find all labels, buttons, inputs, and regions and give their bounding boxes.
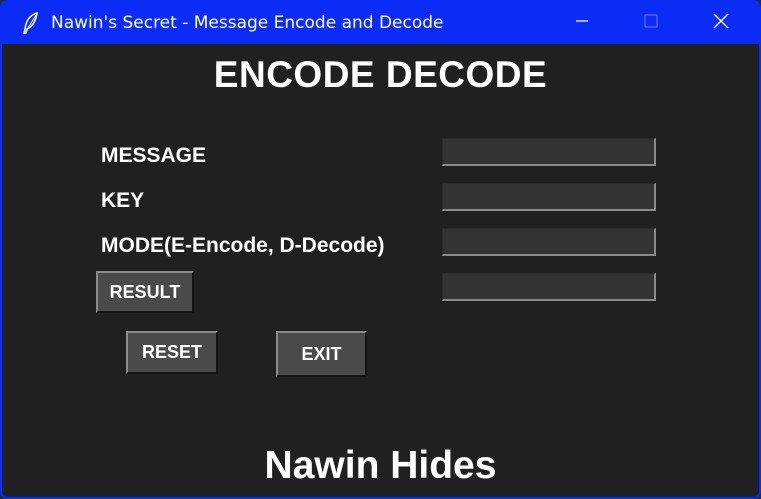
app-window: Nawin's Secret - Message Encode and Deco…: [0, 0, 761, 499]
maximize-button[interactable]: [616, 2, 686, 44]
message-field[interactable]: [442, 138, 656, 166]
key-label: KEY: [101, 189, 145, 212]
window-title: Nawin's Secret - Message Encode and Deco…: [51, 13, 444, 33]
mode-field[interactable]: [442, 228, 656, 256]
feather-icon: [22, 11, 40, 34]
footer-text: Nawin Hides: [264, 444, 497, 487]
title-bar[interactable]: Nawin's Secret - Message Encode and Deco…: [2, 2, 759, 44]
maximize-icon: [644, 14, 658, 33]
close-button[interactable]: [686, 2, 756, 44]
minimize-icon: [575, 14, 589, 33]
mode-label: MODE(E-Encode, D-Decode): [101, 234, 385, 257]
page-title: ENCODE DECODE: [213, 54, 548, 95]
result-field[interactable]: [442, 273, 656, 301]
main-content: ENCODE DECODE MESSAGE KEY MODE(E-Encode,…: [6, 44, 755, 497]
close-icon: [713, 13, 729, 34]
key-field[interactable]: [442, 183, 656, 211]
result-button[interactable]: RESULT: [96, 271, 194, 313]
minimize-button[interactable]: [547, 2, 617, 44]
message-label: MESSAGE: [101, 144, 207, 167]
reset-button[interactable]: RESET: [126, 331, 218, 374]
exit-button[interactable]: EXIT: [276, 331, 367, 377]
